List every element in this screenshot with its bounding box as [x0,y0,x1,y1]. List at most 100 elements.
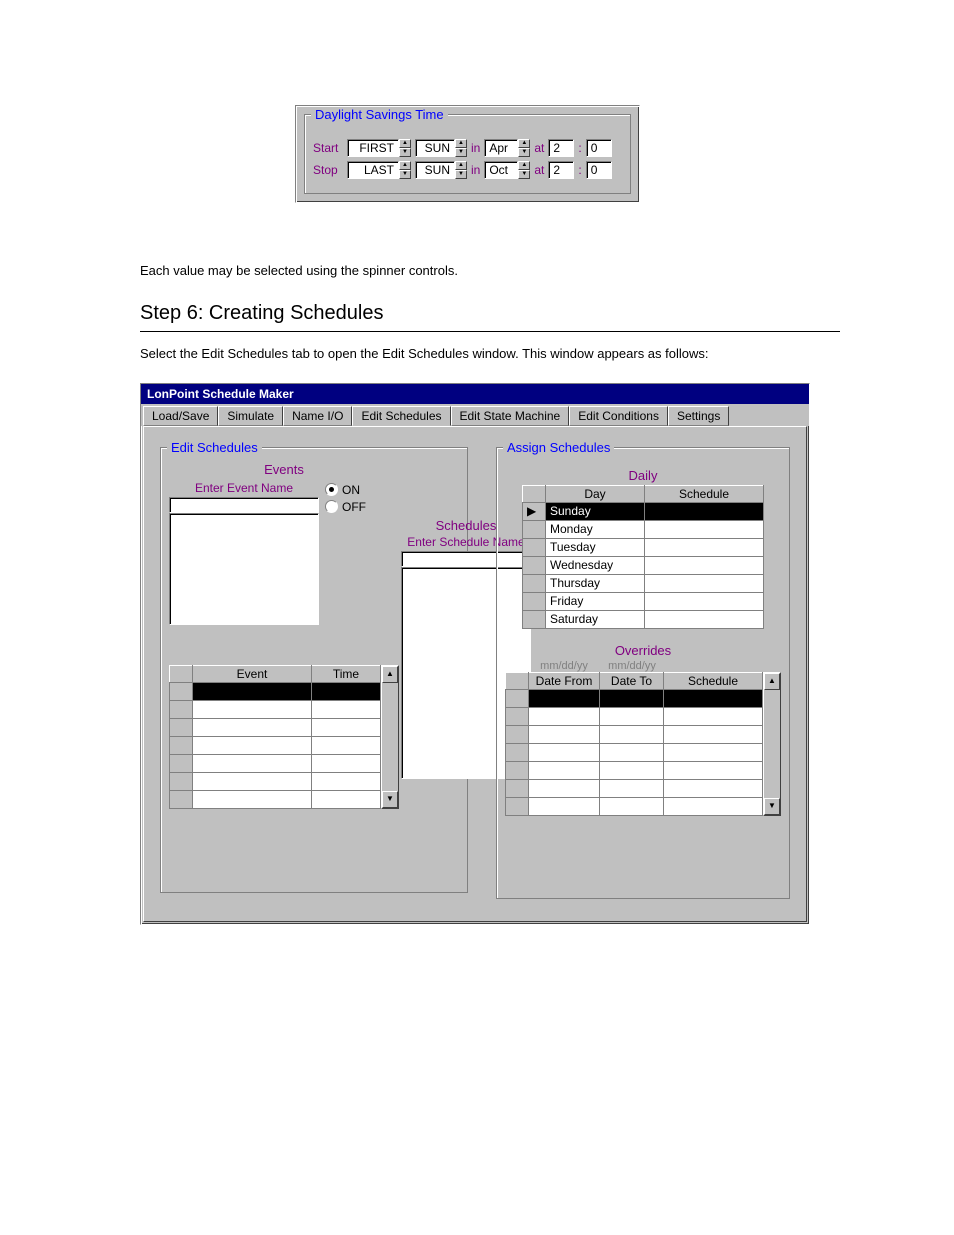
spinner-buttons[interactable]: ▲▼ [399,161,411,179]
dst-start-occurrence-spinner[interactable]: FIRST ▲▼ [347,139,411,157]
tab-edit-state-machine[interactable]: Edit State Machine [451,406,570,426]
dst-start-dow[interactable]: SUN [415,139,455,157]
tab-name-io[interactable]: Name I/O [283,406,352,426]
spin-down-icon[interactable]: ▼ [518,170,530,179]
spinner-buttons[interactable]: ▲▼ [455,161,467,179]
spin-up-icon[interactable]: ▲ [399,139,411,148]
table-row[interactable]: ▶Sunday [523,502,764,520]
table-row[interactable] [506,779,763,797]
window-titlebar: LonPoint Schedule Maker [141,384,809,404]
spin-up-icon[interactable]: ▲ [455,139,467,148]
spin-down-icon[interactable]: ▼ [399,170,411,179]
dst-start-hour[interactable]: 2 [548,139,574,157]
table-row[interactable] [506,761,763,779]
event-name-list[interactable] [169,513,319,625]
scroll-down-icon[interactable]: ▼ [764,798,780,815]
event-time-table[interactable]: Event Time [169,665,381,809]
dst-start-occurrence[interactable]: FIRST [347,139,399,157]
rowmark-header [523,485,546,502]
body-heading: Step 6: Creating Schedules [140,302,840,325]
heading-rule [140,331,840,332]
table-row[interactable]: Monday [523,520,764,538]
dst-start-month-spinner[interactable]: Apr ▲▼ [484,139,530,157]
table-row[interactable] [170,718,381,736]
day-cell: Saturday [546,610,645,628]
table-row[interactable]: Saturday [523,610,764,628]
daily-table[interactable]: Day Schedule ▶Sunday Monday Tuesday Wedn… [522,485,764,629]
spinner-buttons[interactable]: ▲▼ [518,139,530,157]
tab-settings[interactable]: Settings [668,406,729,426]
radio-off[interactable]: OFF [325,500,366,514]
radio-on-label: ON [342,483,360,497]
spin-up-icon[interactable]: ▲ [518,161,530,170]
spinner-buttons[interactable]: ▲▼ [399,139,411,157]
tab-load-save[interactable]: Load/Save [143,406,218,426]
mmdd-hint-to: mm/dd/yy [601,660,663,672]
dst-stop-occurrence-spinner[interactable]: LAST ▲▼ [347,161,411,179]
dst-start-month[interactable]: Apr [484,139,518,157]
overrides-title: Overrides [505,643,781,658]
spin-down-icon[interactable]: ▼ [455,170,467,179]
spinner-buttons[interactable]: ▲▼ [455,139,467,157]
spin-down-icon[interactable]: ▼ [518,148,530,157]
events-title: Events [169,462,399,477]
table-row[interactable]: Tuesday [523,538,764,556]
table-row[interactable] [170,772,381,790]
dst-stop-dow[interactable]: SUN [415,161,455,179]
col-schedule: Schedule [645,485,764,502]
tab-simulate[interactable]: Simulate [218,406,283,426]
table-row[interactable] [506,725,763,743]
spinner-buttons[interactable]: ▲▼ [518,161,530,179]
body-p2: Select the Edit Schedules tab to open th… [140,346,840,363]
tab-edit-conditions[interactable]: Edit Conditions [569,406,668,426]
dst-stop-dow-spinner[interactable]: SUN ▲▼ [415,161,467,179]
table-row[interactable] [170,682,381,700]
table-row[interactable] [506,743,763,761]
body-p1: Each value may be selected using the spi… [140,263,840,280]
dst-stop-occurrence[interactable]: LAST [347,161,399,179]
daily-title: Daily [505,468,781,483]
edit-schedules-title: Edit Schedules [167,440,262,455]
table-row[interactable] [170,754,381,772]
dst-start-dow-spinner[interactable]: SUN ▲▼ [415,139,467,157]
scroll-up-icon[interactable]: ▲ [764,673,780,690]
events-area: Events Enter Event Name ON [169,462,399,625]
table-row[interactable]: Wednesday [523,556,764,574]
dst-stop-month-spinner[interactable]: Oct ▲▼ [484,161,530,179]
assign-schedules-column: Assign Schedules Daily Day Schedule [490,441,796,905]
table-row[interactable] [170,736,381,754]
dst-start-minute[interactable]: 0 [586,139,612,157]
table-row[interactable] [506,797,763,815]
dst-stop-hour[interactable]: 2 [548,161,574,179]
table-row[interactable]: Thursday [523,574,764,592]
table-row[interactable] [506,689,763,707]
col-date-to: Date To [600,672,664,689]
dst-in-label: in [471,163,480,177]
scroll-down-icon[interactable]: ▼ [382,791,398,808]
table-row[interactable] [170,700,381,718]
event-name-input[interactable] [169,497,319,513]
table-row[interactable] [506,707,763,725]
spin-up-icon[interactable]: ▲ [399,161,411,170]
scroll-up-icon[interactable]: ▲ [382,666,398,683]
overrides-table[interactable]: Date From Date To Schedule [505,672,763,816]
table-row[interactable]: Friday [523,592,764,610]
event-table-scrollbar[interactable]: ▲▼ [381,665,399,809]
assign-schedules-title: Assign Schedules [503,440,614,455]
enter-event-label: Enter Event Name [169,481,319,495]
dst-stop-minute[interactable]: 0 [586,161,612,179]
tab-bar: Load/Save Simulate Name I/O Edit Schedul… [141,404,809,426]
radio-off-label: OFF [342,500,366,514]
mmdd-hint-from: mm/dd/yy [533,660,595,672]
spin-down-icon[interactable]: ▼ [399,148,411,157]
col-time: Time [312,665,381,682]
dst-stop-month[interactable]: Oct [484,161,518,179]
spin-up-icon[interactable]: ▲ [518,139,530,148]
col-date-from: Date From [529,672,600,689]
radio-on[interactable]: ON [325,483,366,497]
table-row[interactable] [170,790,381,808]
spin-down-icon[interactable]: ▼ [455,148,467,157]
overrides-scrollbar[interactable]: ▲▼ [763,672,781,816]
spin-up-icon[interactable]: ▲ [455,161,467,170]
tab-edit-schedules[interactable]: Edit Schedules [352,406,450,426]
